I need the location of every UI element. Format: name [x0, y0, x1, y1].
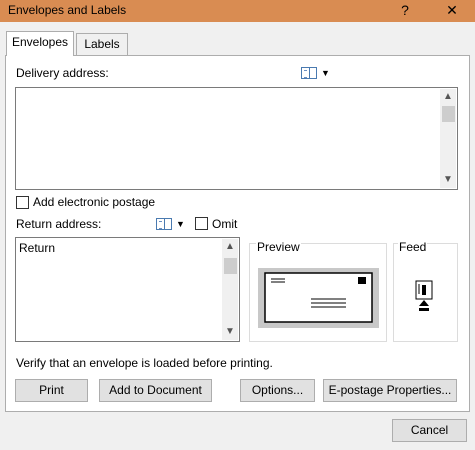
cancel-button[interactable]: Cancel: [392, 419, 467, 442]
feed-orientation-icon: [415, 280, 433, 311]
feed-title: Feed: [398, 240, 428, 254]
chevron-down-icon[interactable]: ▼: [321, 68, 330, 78]
print-button[interactable]: Print: [15, 379, 88, 402]
delivery-address-field[interactable]: ▲ ▼: [15, 87, 458, 190]
omit-checkbox[interactable]: [195, 217, 208, 230]
omit-label: Omit: [212, 217, 238, 231]
preview-box[interactable]: Preview: [249, 240, 387, 342]
scroll-up-icon[interactable]: ▲: [440, 89, 456, 105]
feed-box[interactable]: Feed: [393, 240, 458, 342]
envelope-loaded-notice: Verify that an envelope is loaded before…: [16, 356, 273, 370]
return-address-book-icon[interactable]: [156, 218, 172, 230]
return-scroll-thumb[interactable]: [224, 258, 237, 274]
tab-labels-label: Labels: [84, 37, 120, 51]
return-scrollbar[interactable]: ▲ ▼: [222, 239, 238, 340]
return-chevron-down-icon[interactable]: ▼: [176, 219, 185, 229]
tab-envelopes[interactable]: Envelopes: [6, 31, 74, 56]
electronic-postage-label: Add electronic postage: [33, 195, 156, 209]
electronic-postage-checkbox[interactable]: [16, 196, 29, 209]
window-title: Envelopes and Labels: [8, 3, 127, 17]
envelope-preview-icon: [258, 268, 379, 328]
scroll-thumb[interactable]: [442, 106, 455, 122]
options-button[interactable]: Options...: [240, 379, 315, 402]
preview-title: Preview: [256, 240, 301, 254]
tab-labels[interactable]: Labels: [76, 33, 128, 55]
add-to-document-button[interactable]: Add to Document: [99, 379, 212, 402]
delivery-scrollbar[interactable]: ▲ ▼: [440, 89, 456, 188]
close-button[interactable]: ✕: [435, 0, 469, 22]
scroll-down-icon[interactable]: ▼: [440, 172, 456, 188]
epostage-properties-button[interactable]: E-postage Properties...: [323, 379, 457, 402]
return-scroll-up-icon[interactable]: ▲: [222, 239, 238, 255]
return-address-text: Return: [19, 241, 56, 255]
address-book-icon[interactable]: [301, 67, 317, 79]
delivery-address-label: Delivery address:: [16, 66, 109, 80]
return-address-label: Return address:: [16, 217, 102, 231]
tab-envelopes-label: Envelopes: [11, 35, 69, 49]
return-address-field[interactable]: Return ▲ ▼: [15, 237, 240, 342]
return-scroll-down-icon[interactable]: ▼: [222, 324, 238, 340]
help-button[interactable]: ?: [388, 0, 422, 22]
